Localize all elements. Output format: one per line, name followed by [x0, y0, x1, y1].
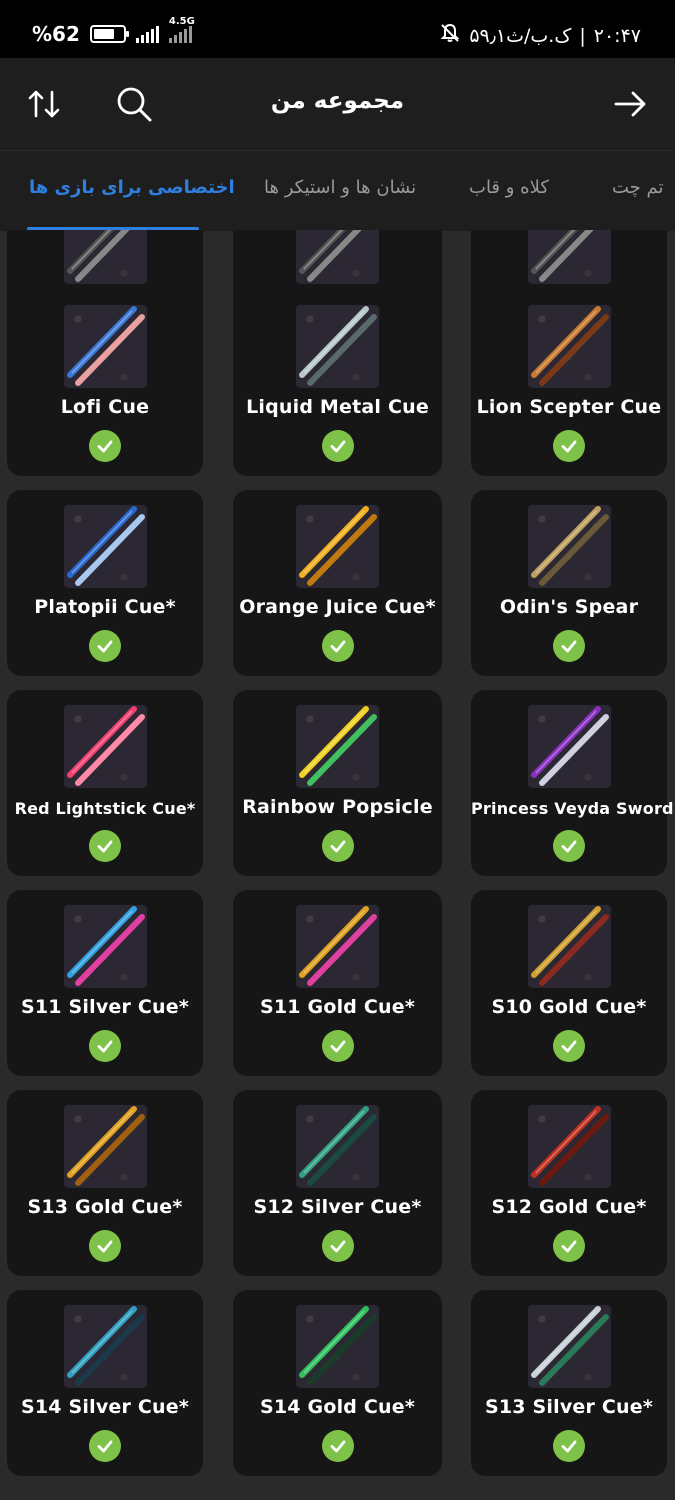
item-thumbnail — [296, 705, 379, 788]
muted-bell-icon — [439, 22, 461, 49]
tab-badges-stickers[interactable]: نشان ها و استیکر ها — [264, 177, 416, 198]
item-card[interactable]: S13 Gold Cue* — [7, 1090, 203, 1276]
item-card[interactable]: Odin's Spear — [471, 490, 667, 676]
item-thumbnail — [63, 230, 147, 284]
owned-check-icon — [89, 630, 121, 662]
owned-check-icon — [89, 1030, 121, 1062]
item-name: S11 Gold Cue* — [259, 996, 415, 1018]
owned-check-icon — [89, 1230, 121, 1262]
owned-check-icon — [321, 830, 354, 862]
status-separator: | — [579, 24, 586, 47]
item-name: Lion Scepter Cue — [476, 396, 662, 418]
item-card[interactable]: S14 Gold Cue* — [233, 1290, 442, 1476]
item-card[interactable]: Orange Juice Cue* — [233, 490, 442, 676]
item-name: Orange Juice Cue* — [239, 596, 436, 618]
item-thumbnail — [296, 1105, 379, 1188]
category-tabs: اختصاصی برای بازی ها نشان ها و استیکر ها… — [0, 150, 675, 231]
back-arrow-icon[interactable] — [610, 84, 650, 124]
item-card[interactable]: S13 Silver Cue* — [471, 1290, 667, 1476]
item-card[interactable]: Lofi Cue — [7, 290, 203, 476]
owned-check-icon — [321, 630, 354, 662]
owned-check-icon — [553, 1230, 585, 1262]
item-name: S14 Silver Cue* — [21, 1396, 189, 1418]
signal-icon-2 — [168, 25, 192, 43]
item-thumbnail — [63, 705, 147, 788]
page-title: مجموعه من — [270, 88, 405, 114]
owned-check-icon — [321, 1030, 354, 1062]
item-name: S13 Gold Cue* — [27, 1196, 183, 1218]
item-thumbnail — [527, 505, 611, 588]
item-card[interactable]: Platopii Cue* — [7, 490, 203, 676]
item-name: S12 Gold Cue* — [491, 1196, 647, 1218]
item-name: S11 Silver Cue* — [21, 996, 189, 1018]
item-card[interactable]: S14 Silver Cue* — [7, 1290, 203, 1476]
item-thumbnail — [527, 305, 611, 388]
item-name: S10 Gold Cue* — [491, 996, 647, 1018]
item-card[interactable]: S11 Gold Cue* — [233, 890, 442, 1076]
item-card[interactable]: Rainbow Popsicle — [233, 690, 442, 876]
tab-chat-theme[interactable]: تم چت — [612, 177, 664, 198]
owned-check-icon — [553, 830, 585, 862]
item-name: Platopii Cue* — [34, 596, 176, 618]
item-name: Princess Veyda Sword — [471, 799, 674, 818]
item-name: Red Lightstick Cue* — [14, 799, 196, 818]
item-name: S14 Gold Cue* — [259, 1396, 415, 1418]
item-card[interactable]: S10 Gold Cue* — [471, 890, 667, 1076]
owned-check-icon — [89, 1430, 121, 1462]
net-speed: ۵۹٫۱ک.ب/ث — [469, 24, 572, 47]
item-thumbnail — [296, 1305, 379, 1388]
tab-games-exclusive[interactable]: اختصاصی برای بازی ها — [29, 177, 235, 198]
items-grid: Lofi Cue Liquid Metal Cue Lion Scepter Cue… — [0, 230, 675, 1500]
item-card[interactable]: S12 Gold Cue* — [471, 1090, 667, 1276]
item-card[interactable]: Lion Scepter Cue — [471, 290, 667, 476]
owned-check-icon — [89, 830, 121, 862]
item-name: S12 Silver Cue* — [253, 1196, 422, 1218]
owned-check-icon — [553, 1030, 585, 1062]
owned-check-icon — [553, 630, 585, 662]
item-card[interactable]: S11 Silver Cue* — [7, 890, 203, 1076]
owned-check-icon — [321, 430, 354, 462]
item-thumbnail — [527, 1305, 611, 1388]
signal-icon — [135, 25, 159, 43]
owned-check-icon — [321, 1430, 354, 1462]
network-indicator: 4.5G — [168, 16, 195, 43]
item-thumbnail — [296, 905, 379, 988]
owned-check-icon — [321, 1230, 354, 1262]
item-card[interactable]: S12 Silver Cue* — [233, 1090, 442, 1276]
item-thumbnail — [527, 230, 611, 284]
item-thumbnail — [296, 505, 379, 588]
item-name: Odin's Spear — [499, 596, 639, 618]
item-thumbnail — [296, 230, 379, 284]
battery-icon — [89, 25, 129, 43]
item-card[interactable]: Red Lightstick Cue* — [7, 690, 203, 876]
item-name: Lofi Cue — [60, 396, 150, 418]
battery-percent: %62 — [32, 22, 80, 46]
item-thumbnail — [527, 1105, 611, 1188]
item-thumbnail — [63, 1305, 147, 1388]
item-thumbnail — [63, 1105, 147, 1188]
item-thumbnail — [527, 905, 611, 988]
owned-check-icon — [553, 430, 585, 462]
item-card[interactable]: Princess Veyda Sword — [471, 690, 674, 876]
status-left: %62 4.5G — [32, 16, 195, 46]
app-header: مجموعه من — [0, 58, 675, 150]
owned-check-icon — [553, 1430, 585, 1462]
tab-hats-frames[interactable]: کلاه و قاب — [469, 177, 549, 198]
owned-check-icon — [89, 430, 121, 462]
item-thumbnail — [527, 705, 611, 788]
clock: ۲۰:۴۷ — [593, 24, 641, 47]
item-thumbnail — [296, 305, 379, 388]
item-name: Liquid Metal Cue — [246, 396, 429, 418]
status-right: ۵۹٫۱ک.ب/ث | ۲۰:۴۷ — [439, 22, 641, 49]
item-thumbnail — [63, 505, 147, 588]
status-bar: %62 4.5G ۵۹٫۱ک.ب/ث | ۲۰:۴۷ — [0, 0, 675, 58]
item-name: Rainbow Popsicle — [242, 796, 433, 818]
item-name: S13 Silver Cue* — [485, 1396, 653, 1418]
item-thumbnail — [63, 305, 147, 388]
item-card[interactable]: Liquid Metal Cue — [233, 290, 442, 476]
item-thumbnail — [63, 905, 147, 988]
